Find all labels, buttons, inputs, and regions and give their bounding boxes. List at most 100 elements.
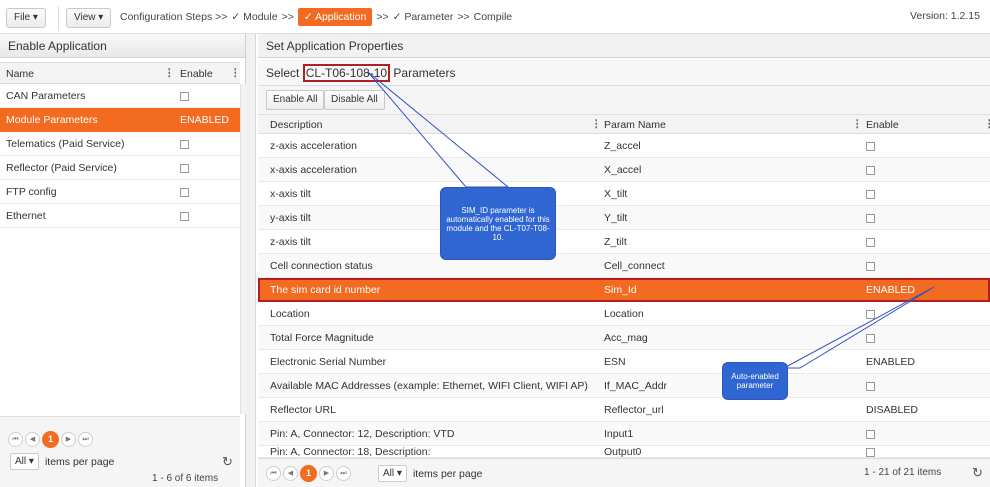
step-compile[interactable]: Compile — [474, 11, 513, 23]
items-per-page-select[interactable]: All ▾ — [10, 453, 39, 470]
left-grid-footer: ⏮ ◀ 1 ▶ ⏭ All ▾ items per page ↻ 1 - 6 o… — [0, 416, 240, 487]
table-row[interactable]: Electronic Serial Number ESN ENABLED — [258, 350, 990, 374]
step-application[interactable]: ✓ Application — [297, 8, 373, 26]
param-name: Output0 — [604, 446, 642, 458]
app-name: Telematics (Paid Service) — [6, 138, 125, 150]
refresh-icon[interactable]: ↻ — [972, 465, 983, 481]
table-row[interactable]: x-axis tilt X_tilt — [258, 182, 990, 206]
column-header-param-name[interactable]: Param Name — [604, 119, 666, 131]
list-item[interactable]: Module Parameters ENABLED — [0, 108, 240, 132]
enable-checkbox[interactable] — [180, 210, 189, 222]
last-page-icon[interactable]: ⏭ — [336, 466, 351, 481]
enable-checkbox[interactable] — [866, 380, 875, 392]
enable-checkbox[interactable] — [180, 138, 189, 150]
table-row[interactable]: Reflector URL Reflector_url DISABLED — [258, 398, 990, 422]
enable-checkbox[interactable] — [866, 260, 875, 272]
enable-checkbox[interactable] — [866, 332, 875, 344]
module-name: CL-T06-108-10 — [302, 64, 391, 82]
enable-application-panel: Enable Application Name ⋮ Enable ⋮ CAN P… — [0, 34, 246, 487]
step-separator: >> — [457, 11, 470, 23]
table-row[interactable]: Location Location — [258, 302, 990, 326]
param-name: X_tilt — [604, 188, 628, 200]
enable-checkbox[interactable] — [866, 308, 875, 320]
app-name: Ethernet — [6, 210, 46, 222]
table-row[interactable]: Total Force Magnitude Acc_mag — [258, 326, 990, 350]
param-description: Cell connection status — [270, 260, 373, 272]
param-name: Sim_Id — [604, 284, 637, 296]
table-row[interactable]: y-axis tilt Y_tilt — [258, 206, 990, 230]
param-description: Pin: A, Connector: 12, Description: VTD — [270, 428, 455, 440]
enable-checkbox[interactable] — [866, 212, 875, 224]
step-parameter[interactable]: ✓ Parameter — [393, 11, 454, 23]
enable-checkbox[interactable] — [866, 188, 875, 200]
enable-status[interactable]: ENABLED — [866, 284, 915, 296]
enable-status[interactable]: DISABLED — [866, 404, 918, 416]
column-menu-icon[interactable]: ⋮ — [164, 67, 175, 79]
list-item[interactable]: Telematics (Paid Service) — [0, 132, 240, 156]
disable-all-button[interactable]: Disable All — [324, 90, 385, 110]
panel-title: Set Application Properties — [258, 34, 990, 58]
enable-all-button[interactable]: Enable All — [266, 90, 325, 110]
step-separator: >> — [281, 11, 294, 23]
first-page-icon[interactable]: ⏮ — [8, 432, 23, 447]
enable-checkbox[interactable] — [866, 446, 875, 457]
param-description: Total Force Magnitude — [270, 332, 374, 344]
prev-page-icon[interactable]: ◀ — [25, 432, 40, 447]
current-page-button[interactable]: 1 — [300, 465, 317, 482]
table-row[interactable]: z-axis acceleration Z_accel — [258, 134, 990, 158]
enable-checkbox[interactable] — [866, 140, 875, 152]
enable-checkbox[interactable] — [866, 236, 875, 248]
enable-checkbox[interactable] — [180, 186, 189, 198]
column-menu-icon[interactable]: ⋮ — [852, 118, 863, 130]
list-item[interactable]: Reflector (Paid Service) — [0, 156, 240, 180]
table-row[interactable]: Available MAC Addresses (example: Ethern… — [258, 374, 990, 398]
enable-status[interactable]: ENABLED — [866, 356, 915, 368]
enable-status[interactable]: ENABLED — [180, 114, 229, 126]
column-header-enable[interactable]: Enable — [180, 68, 213, 80]
param-name: Z_tilt — [604, 236, 627, 248]
ipp-label: items per page — [412, 467, 483, 480]
list-item[interactable]: CAN Parameters — [0, 84, 240, 108]
column-menu-icon[interactable]: ⋮ — [230, 67, 241, 79]
ipp-value: All — [15, 456, 27, 467]
column-menu-icon[interactable]: ⋮ — [591, 118, 602, 130]
app-name: CAN Parameters — [6, 90, 86, 102]
steps-prefix: Configuration Steps >> — [120, 11, 228, 23]
prev-page-icon[interactable]: ◀ — [283, 466, 298, 481]
next-page-icon[interactable]: ▶ — [61, 432, 76, 447]
sim-id-callout: SIM_ID parameter is automatically enable… — [440, 187, 556, 260]
table-row[interactable]: x-axis acceleration X_accel — [258, 158, 990, 182]
enable-checkbox[interactable] — [866, 164, 875, 176]
current-page-button[interactable]: 1 — [42, 431, 59, 448]
column-header-name[interactable]: Name — [6, 68, 34, 80]
panel-splitter[interactable] — [246, 34, 256, 487]
column-header-enable[interactable]: Enable — [866, 119, 899, 131]
table-row[interactable]: z-axis tilt Z_tilt — [258, 230, 990, 254]
step-module[interactable]: ✓ Module — [231, 11, 277, 23]
app-name: Reflector (Paid Service) — [6, 162, 117, 174]
parameters-grid-header: Description ⋮ Param Name ⋮ Enable ⋮ — [258, 114, 990, 134]
param-name: Cell_connect — [604, 260, 665, 272]
next-page-icon[interactable]: ▶ — [319, 466, 334, 481]
refresh-icon[interactable]: ↻ — [222, 454, 233, 470]
file-menu-button[interactable]: File ▾ — [6, 8, 46, 28]
param-name: Location — [604, 308, 644, 320]
first-page-icon[interactable]: ⏮ — [266, 466, 281, 481]
items-per-page-select[interactable]: All ▾ — [378, 465, 407, 482]
view-menu-button[interactable]: View ▾ — [66, 8, 112, 28]
enable-checkbox[interactable] — [866, 428, 875, 440]
list-item[interactable]: Ethernet — [0, 204, 240, 228]
table-row-selected[interactable]: The sim card id number Sim_Id ENABLED — [258, 278, 990, 302]
enable-checkbox[interactable] — [180, 162, 189, 174]
table-row[interactable]: Cell connection status Cell_connect — [258, 254, 990, 278]
list-item[interactable]: FTP config — [0, 180, 240, 204]
param-name: Reflector_url — [604, 404, 664, 416]
table-row[interactable]: Pin: A, Connector: 12, Description: VTD … — [258, 422, 990, 446]
enable-checkbox[interactable] — [180, 90, 189, 102]
column-menu-icon[interactable]: ⋮ — [984, 118, 990, 130]
table-row[interactable]: Pin: A, Connector: 18, Description: Outp… — [258, 446, 990, 458]
param-description: y-axis tilt — [270, 212, 311, 224]
last-page-icon[interactable]: ⏭ — [78, 432, 93, 447]
column-header-description[interactable]: Description — [270, 119, 323, 131]
app-name: FTP config — [6, 186, 57, 198]
